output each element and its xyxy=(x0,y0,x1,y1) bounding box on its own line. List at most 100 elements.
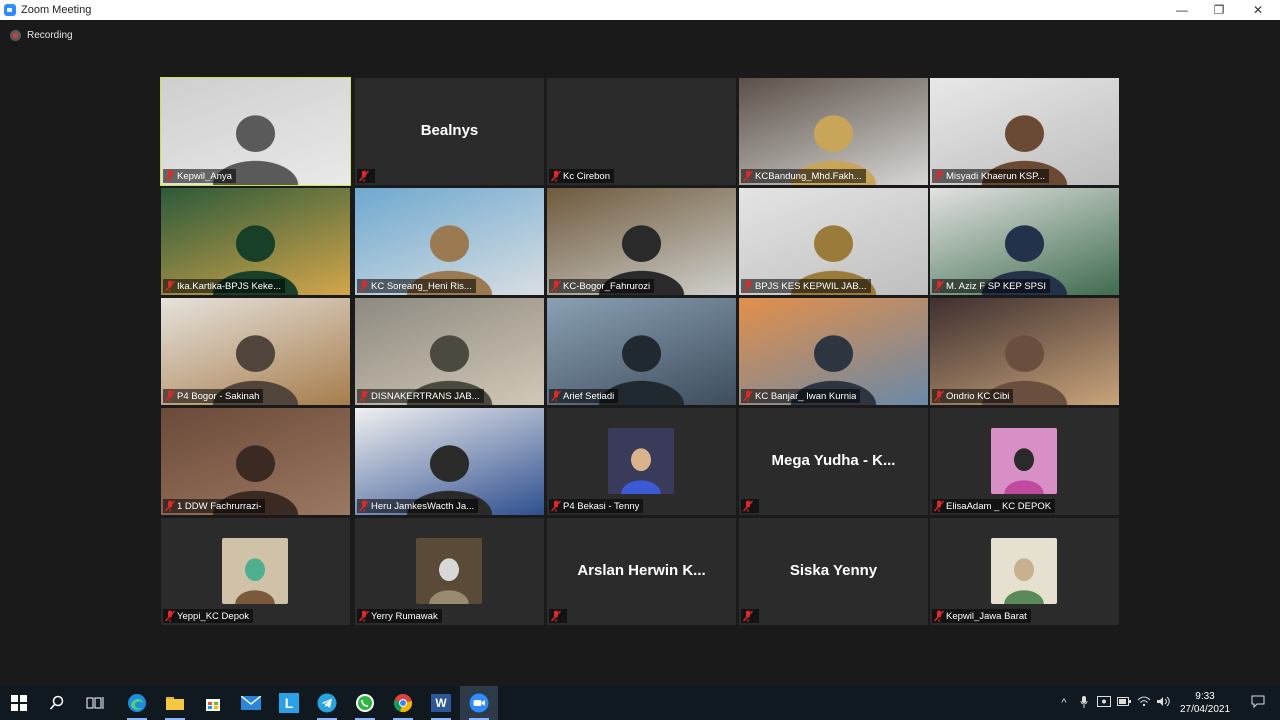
participant-tile[interactable]: P4 Bekasi - Tenny xyxy=(547,408,736,515)
muted-mic-icon xyxy=(741,279,755,293)
minimize-button[interactable]: — xyxy=(1164,0,1200,20)
muted-mic-icon xyxy=(741,609,755,623)
participant-tile[interactable]: Mega Yudha - K... xyxy=(739,408,928,515)
muted-mic-icon xyxy=(549,499,563,513)
participant-video xyxy=(416,538,482,604)
search-icon[interactable] xyxy=(38,686,76,720)
participant-tile[interactable]: Yerry Rumawak xyxy=(355,518,544,625)
mail-icon[interactable] xyxy=(232,686,270,720)
microphone-icon[interactable] xyxy=(1074,695,1094,711)
participant-name: Heru JamkesWacth Ja... xyxy=(371,500,475,512)
muted-mic-icon xyxy=(741,499,755,513)
battery-icon[interactable] xyxy=(1114,697,1134,709)
participant-display-name: Mega Yudha - K... xyxy=(771,452,896,469)
muted-mic-icon xyxy=(549,389,563,403)
participant-name: Misyadi Khaerun KSP... xyxy=(946,170,1046,182)
muted-mic-icon xyxy=(741,169,755,183)
participant-tile[interactable]: Heru JamkesWacth Ja... xyxy=(355,408,544,515)
muted-mic-icon xyxy=(741,389,755,403)
participant-name: Yeppi_KC Depok xyxy=(177,610,250,622)
notification-icon[interactable] xyxy=(1236,695,1280,711)
participant-name-bar: M. Aziz F SP KEP SPSI xyxy=(932,279,1050,293)
volume-icon[interactable] xyxy=(1154,696,1174,710)
recording-icon xyxy=(10,30,21,41)
file-explorer-icon[interactable] xyxy=(156,686,194,720)
participant-tile[interactable]: KCBandung_Mhd.Fakh... xyxy=(739,78,928,185)
participant-tile[interactable]: Kc Cirebon xyxy=(547,78,736,185)
participant-display-name: Bealnys xyxy=(420,122,479,139)
participant-tile[interactable]: KC Soreang_Heni Ris... xyxy=(355,188,544,295)
whatsapp-icon[interactable] xyxy=(346,686,384,720)
participant-tile[interactable]: P4 Bogor - Sakinah xyxy=(161,298,350,405)
participant-tile[interactable]: KC Banjar_ Iwan Kurnia xyxy=(739,298,928,405)
participant-name-bar: Kepwil_Jawa Barat xyxy=(932,609,1031,623)
participant-tile[interactable]: 1 DDW Fachrurrazi- xyxy=(161,408,350,515)
recording-label: Recording xyxy=(27,30,73,41)
app-l-icon[interactable]: L xyxy=(270,686,308,720)
participant-display-name: Siska Yenny xyxy=(789,562,878,579)
participant-name-bar: Yerry Rumawak xyxy=(357,609,442,623)
telegram-icon[interactable] xyxy=(308,686,346,720)
participant-name-bar: 1 DDW Fachrurrazi- xyxy=(163,499,266,513)
participant-name-bar: BPJS KES KEPWIL JAB... xyxy=(741,279,871,293)
participant-tile[interactable]: Arslan Herwin K... xyxy=(547,518,736,625)
chevron-up-icon[interactable]: ^ xyxy=(1054,697,1074,709)
muted-mic-icon xyxy=(357,499,371,513)
participant-tile[interactable]: Bealnys xyxy=(355,78,544,185)
participant-tile[interactable]: DISNAKERTRANS JAB... xyxy=(355,298,544,405)
muted-mic-icon xyxy=(932,279,946,293)
meeting-tray-icon[interactable] xyxy=(1094,696,1114,710)
participant-tile[interactable]: Ondrio KC Cibi xyxy=(930,298,1119,405)
recording-indicator[interactable]: Recording xyxy=(10,30,73,41)
window-titlebar: Zoom Meeting — ❐ ✕ xyxy=(0,0,1280,20)
muted-mic-icon xyxy=(549,169,563,183)
participant-name: KCBandung_Mhd.Fakh... xyxy=(755,170,862,182)
participant-video xyxy=(991,538,1057,604)
muted-mic-icon xyxy=(549,279,563,293)
windows-start-icon[interactable] xyxy=(0,686,38,720)
participant-name-bar: DISNAKERTRANS JAB... xyxy=(357,389,484,403)
wifi-icon[interactable] xyxy=(1134,696,1154,710)
muted-mic-icon xyxy=(932,389,946,403)
participant-name-bar: Misyadi Khaerun KSP... xyxy=(932,169,1050,183)
participant-tile[interactable]: M. Aziz F SP KEP SPSI xyxy=(930,188,1119,295)
participant-name: BPJS KES KEPWIL JAB... xyxy=(755,280,867,292)
store-icon[interactable] xyxy=(194,686,232,720)
participant-name: Arief Setiadi xyxy=(563,390,615,402)
participant-name-bar: Ondrio KC Cibi xyxy=(932,389,1014,403)
edge-icon[interactable] xyxy=(118,686,156,720)
participant-name: Ika.Kartika-BPJS Keke... xyxy=(177,280,282,292)
close-button[interactable]: ✕ xyxy=(1240,0,1276,20)
participant-tile[interactable]: Kepwil_Jawa Barat xyxy=(930,518,1119,625)
participant-name: KC-Bogor_Fahrurozi xyxy=(563,280,651,292)
participant-name-bar xyxy=(357,169,375,183)
system-clock[interactable]: 9:33 27/04/2021 xyxy=(1174,690,1236,716)
word-icon[interactable]: W xyxy=(422,686,460,720)
chrome-icon[interactable] xyxy=(384,686,422,720)
participant-tile[interactable]: ElisaAdam _ KC DEPOK xyxy=(930,408,1119,515)
participant-name-bar: KC-Bogor_Fahrurozi xyxy=(549,279,655,293)
zoom-icon[interactable] xyxy=(460,686,498,720)
participant-tile[interactable]: KC-Bogor_Fahrurozi xyxy=(547,188,736,295)
participant-tile[interactable]: Arief Setiadi xyxy=(547,298,736,405)
maximize-button[interactable]: ❐ xyxy=(1201,0,1237,20)
participant-name: 1 DDW Fachrurrazi- xyxy=(177,500,262,512)
participant-tile[interactable]: Kepwil_Anya xyxy=(160,77,351,186)
window-title: Zoom Meeting xyxy=(21,4,92,16)
muted-mic-icon xyxy=(163,389,177,403)
participant-tile[interactable]: Misyadi Khaerun KSP... xyxy=(930,78,1119,185)
participant-name: Kepwil_Jawa Barat xyxy=(946,610,1027,622)
muted-mic-icon xyxy=(932,169,946,183)
participant-tile[interactable]: Yeppi_KC Depok xyxy=(161,518,350,625)
participant-tile[interactable]: BPJS KES KEPWIL JAB... xyxy=(739,188,928,295)
participant-name: P4 Bekasi - Tenny xyxy=(563,500,640,512)
muted-mic-icon xyxy=(932,609,946,623)
task-view-icon[interactable] xyxy=(76,686,114,720)
muted-mic-icon xyxy=(357,609,371,623)
participant-tile[interactable]: Ika.Kartika-BPJS Keke... xyxy=(161,188,350,295)
clock-time: 9:33 xyxy=(1195,691,1215,702)
participant-tile[interactable]: Siska Yenny xyxy=(739,518,928,625)
participant-name: Kc Cirebon xyxy=(563,170,610,182)
participant-name-bar: KC Soreang_Heni Ris... xyxy=(357,279,476,293)
participant-video xyxy=(222,538,288,604)
